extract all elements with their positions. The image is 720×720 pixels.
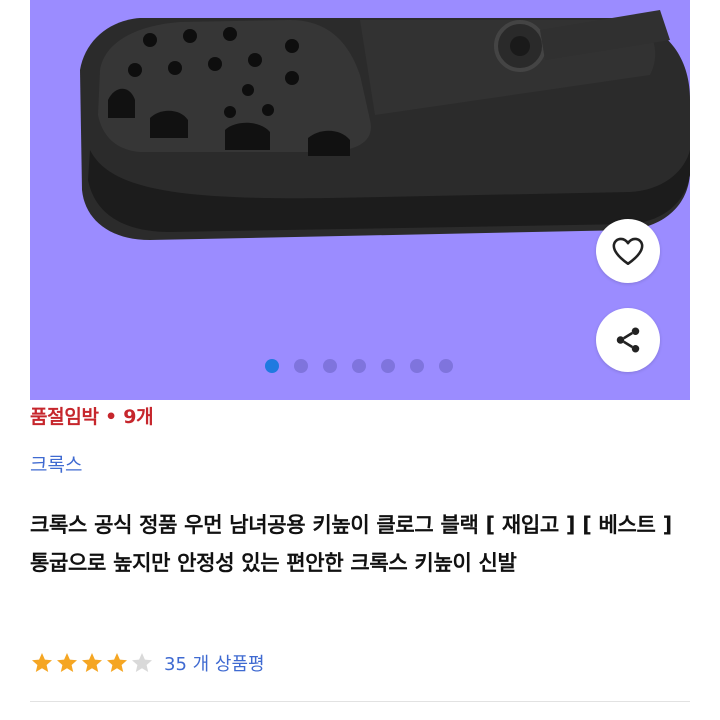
carousel-dot[interactable]	[352, 359, 366, 373]
star-icon	[107, 653, 127, 672]
heart-icon	[612, 237, 644, 266]
review-count-link[interactable]: 35 개 상품평	[164, 650, 265, 676]
carousel-dot[interactable]	[381, 359, 395, 373]
star-icon	[132, 653, 152, 672]
star-icon	[82, 653, 102, 672]
left-margin	[0, 0, 30, 720]
like-button[interactable]	[596, 219, 660, 283]
carousel-dot[interactable]	[294, 359, 308, 373]
rating-stars	[30, 651, 154, 675]
product-image-carousel[interactable]	[30, 0, 690, 400]
share-icon	[616, 327, 640, 353]
carousel-indicators	[265, 359, 453, 373]
star-icon	[57, 653, 77, 672]
share-button[interactable]	[596, 308, 660, 372]
carousel-dot[interactable]	[439, 359, 453, 373]
carousel-dot[interactable]	[410, 359, 424, 373]
divider	[30, 701, 690, 702]
rating-summary[interactable]: 35 개 상품평	[30, 649, 265, 677]
carousel-dot[interactable]	[323, 359, 337, 373]
product-image	[80, 10, 690, 240]
stock-status: 품절임박 • 9개	[30, 406, 154, 428]
star-icon	[32, 653, 52, 672]
brand-link[interactable]: 크록스	[30, 450, 82, 477]
carousel-dot[interactable]	[265, 359, 279, 373]
product-title: 크록스 공식 정품 우먼 남녀공용 키높이 클로그 블랙 [ 재입고 ] [ 베…	[30, 513, 672, 575]
